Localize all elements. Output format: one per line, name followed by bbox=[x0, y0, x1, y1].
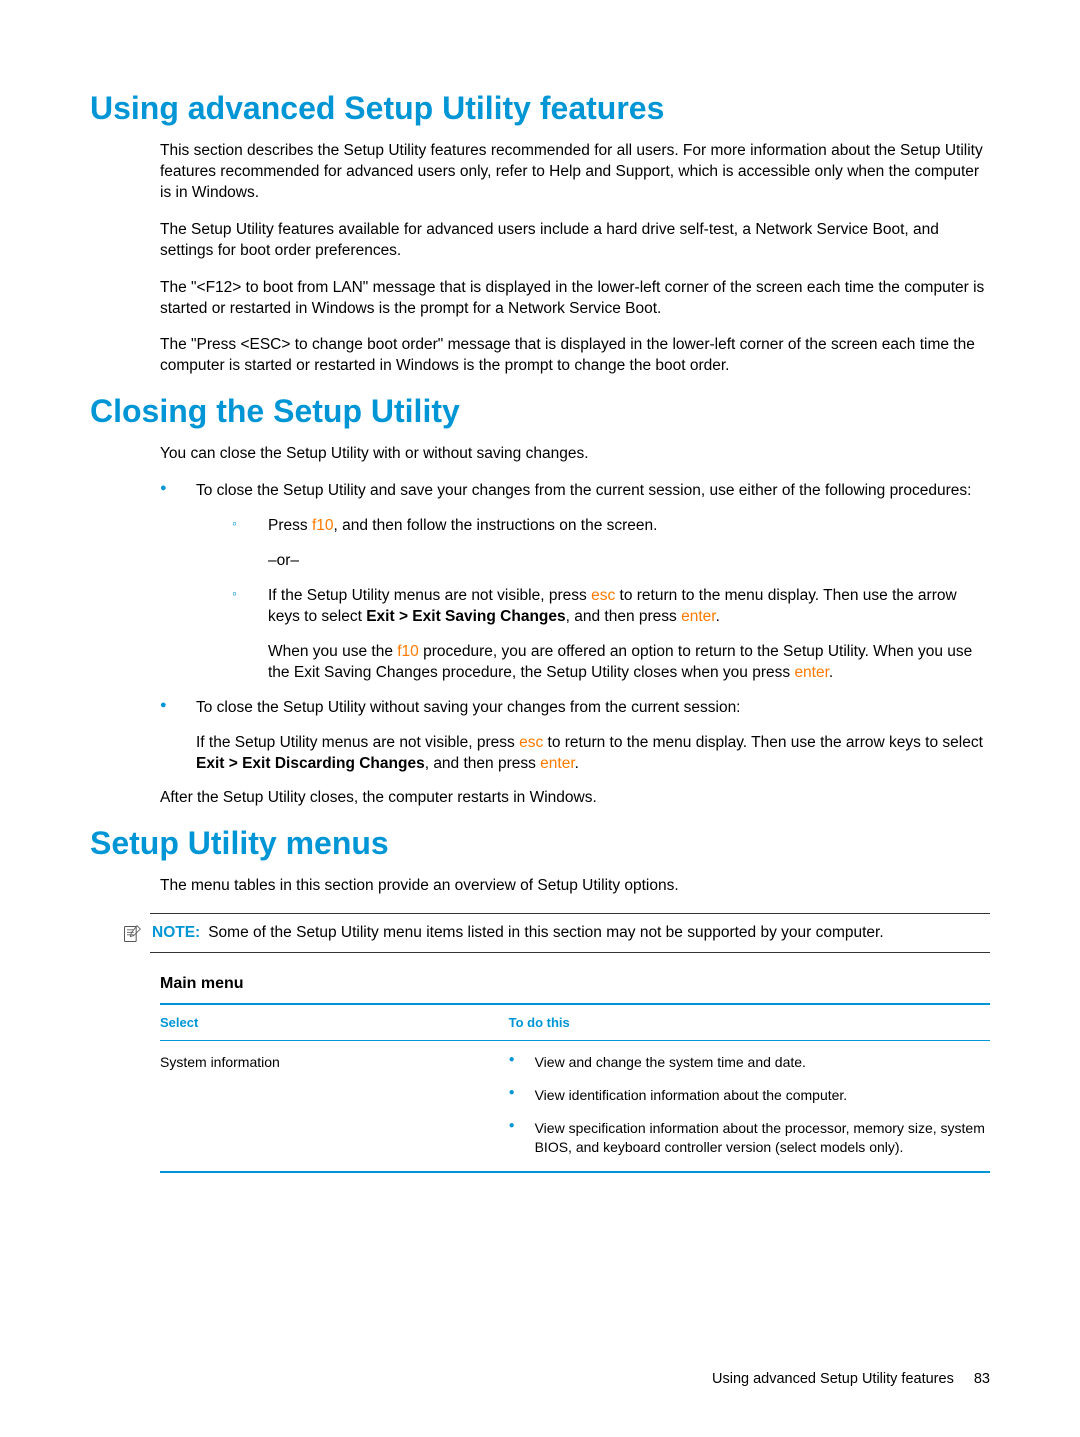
text: When you use the bbox=[268, 643, 397, 660]
key-f10: f10 bbox=[312, 517, 334, 534]
list-text: To close the Setup Utility and save your… bbox=[196, 482, 971, 499]
list-item: To close the Setup Utility and save your… bbox=[160, 481, 990, 683]
cell-list: View and change the system time and date… bbox=[509, 1053, 990, 1157]
paragraph: This section describes the Setup Utility… bbox=[90, 141, 990, 204]
document-page: Using advanced Setup Utility features Th… bbox=[0, 0, 1080, 1437]
text: If the Setup Utility menus are not visib… bbox=[196, 734, 519, 751]
note-block: NOTE: Some of the Setup Utility menu ite… bbox=[90, 924, 990, 944]
cell-list-item: View and change the system time and date… bbox=[509, 1053, 990, 1072]
page-footer: Using advanced Setup Utility features 83 bbox=[712, 1371, 990, 1387]
table-row: System information View and change the s… bbox=[160, 1041, 990, 1171]
text: , and then press bbox=[425, 755, 540, 772]
bullet-list: To close the Setup Utility and save your… bbox=[90, 481, 990, 774]
paragraph: The Setup Utility features available for… bbox=[90, 220, 990, 262]
text: to return to the menu display. Then use … bbox=[543, 734, 983, 751]
text: . bbox=[829, 664, 833, 681]
paragraph: You can close the Setup Utility with or … bbox=[90, 444, 990, 465]
column-header-todo: To do this bbox=[509, 1015, 990, 1030]
note-icon bbox=[122, 924, 142, 944]
cell-select: System information bbox=[160, 1053, 509, 1072]
divider bbox=[160, 1171, 990, 1173]
text: , and then follow the instructions on th… bbox=[334, 517, 658, 534]
divider bbox=[150, 913, 990, 914]
heading-closing-setup-utility: Closing the Setup Utility bbox=[90, 393, 990, 430]
heading-using-advanced: Using advanced Setup Utility features bbox=[90, 90, 990, 127]
key-esc: esc bbox=[591, 587, 615, 604]
table-main-menu: Select To do this System information Vie… bbox=[160, 1003, 990, 1173]
paragraph: If the Setup Utility menus are not visib… bbox=[196, 733, 990, 775]
footer-text: Using advanced Setup Utility features bbox=[712, 1371, 954, 1387]
key-esc: esc bbox=[519, 734, 543, 751]
bold-text: Exit > Exit Discarding Changes bbox=[196, 755, 425, 772]
divider bbox=[150, 952, 990, 953]
sub-list: Press f10, and then follow the instructi… bbox=[196, 516, 990, 684]
text: . bbox=[716, 608, 720, 625]
table-header-row: Select To do this bbox=[160, 1005, 990, 1040]
bold-text: Exit > Exit Saving Changes bbox=[366, 608, 565, 625]
cell-todo: View and change the system time and date… bbox=[509, 1053, 990, 1157]
heading-setup-utility-menus: Setup Utility menus bbox=[90, 825, 990, 862]
page-number: 83 bbox=[974, 1371, 990, 1387]
list-item: To close the Setup Utility without savin… bbox=[160, 698, 990, 775]
cell-list-item: View specification information about the… bbox=[509, 1119, 990, 1157]
text: If the Setup Utility menus are not visib… bbox=[268, 587, 591, 604]
key-f10: f10 bbox=[397, 643, 419, 660]
paragraph: When you use the f10 procedure, you are … bbox=[268, 642, 990, 684]
paragraph: After the Setup Utility closes, the comp… bbox=[90, 788, 990, 809]
paragraph: The menu tables in this section provide … bbox=[90, 876, 990, 897]
text: Press bbox=[268, 517, 312, 534]
text: , and then press bbox=[566, 608, 681, 625]
table-heading-main-menu: Main menu bbox=[160, 975, 990, 993]
sub-list-item: If the Setup Utility menus are not visib… bbox=[232, 586, 990, 684]
note-label: NOTE: bbox=[152, 924, 200, 942]
paragraph: The "<F12> to boot from LAN" message tha… bbox=[90, 278, 990, 320]
column-header-select: Select bbox=[160, 1015, 509, 1030]
or-text: –or– bbox=[268, 551, 990, 572]
key-enter: enter bbox=[540, 755, 574, 772]
note-text: Some of the Setup Utility menu items lis… bbox=[208, 924, 883, 942]
text: . bbox=[575, 755, 579, 772]
key-enter: enter bbox=[794, 664, 828, 681]
key-enter: enter bbox=[681, 608, 715, 625]
cell-list-item: View identification information about th… bbox=[509, 1086, 990, 1105]
paragraph: The "Press <ESC> to change boot order" m… bbox=[90, 335, 990, 377]
list-text: To close the Setup Utility without savin… bbox=[196, 699, 741, 716]
sub-list-item: Press f10, and then follow the instructi… bbox=[232, 516, 990, 572]
